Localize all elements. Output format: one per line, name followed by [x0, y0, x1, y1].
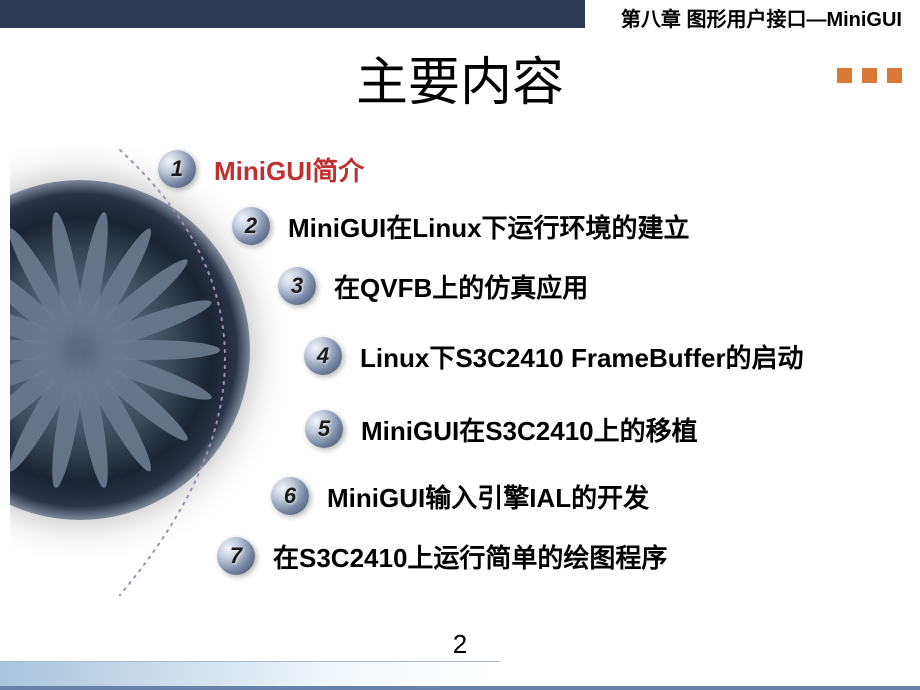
- bullet-num: 7: [217, 537, 255, 575]
- footer-bar: [0, 686, 920, 690]
- bullet-num: 2: [232, 207, 270, 245]
- header-bar: [0, 0, 585, 28]
- page-number: 2: [453, 629, 467, 660]
- list-item-7: 7 在S3C2410上运行简单的绘图程序: [217, 537, 667, 575]
- list-item-6: 6 MiniGUI输入引擎IAL的开发: [271, 477, 649, 515]
- list-item-5: 5 MiniGUI在S3C2410上的移植: [305, 410, 698, 448]
- bullet-num: 6: [271, 477, 309, 515]
- item-label: 在S3C2410上运行简单的绘图程序: [273, 538, 667, 575]
- list-item-2: 2 MiniGUI在Linux下运行环境的建立: [232, 207, 690, 245]
- item-label: MiniGUI在Linux下运行环境的建立: [288, 208, 690, 245]
- item-label: MiniGUI在S3C2410上的移植: [361, 411, 698, 448]
- list-item-4: 4 Linux下S3C2410 FrameBuffer的启动: [304, 337, 804, 375]
- slide-title: 主要内容: [356, 40, 564, 115]
- bullet-num: 3: [278, 267, 316, 305]
- decor-squares: [827, 68, 902, 88]
- list-item-1: 1 MiniGUI简介: [158, 150, 364, 188]
- item-label: MiniGUI输入引擎IAL的开发: [327, 478, 649, 515]
- bullet-num: 5: [305, 410, 343, 448]
- list-item-3: 3 在QVFB上的仿真应用: [278, 267, 588, 305]
- item-label: MiniGUI简介: [214, 151, 364, 188]
- bullet-num: 1: [158, 150, 196, 188]
- item-label: 在QVFB上的仿真应用: [334, 268, 588, 305]
- bullet-num: 4: [304, 337, 342, 375]
- chapter-title: 第八章 图形用户接口—MiniGUI: [621, 3, 902, 32]
- item-label: Linux下S3C2410 FrameBuffer的启动: [360, 338, 804, 375]
